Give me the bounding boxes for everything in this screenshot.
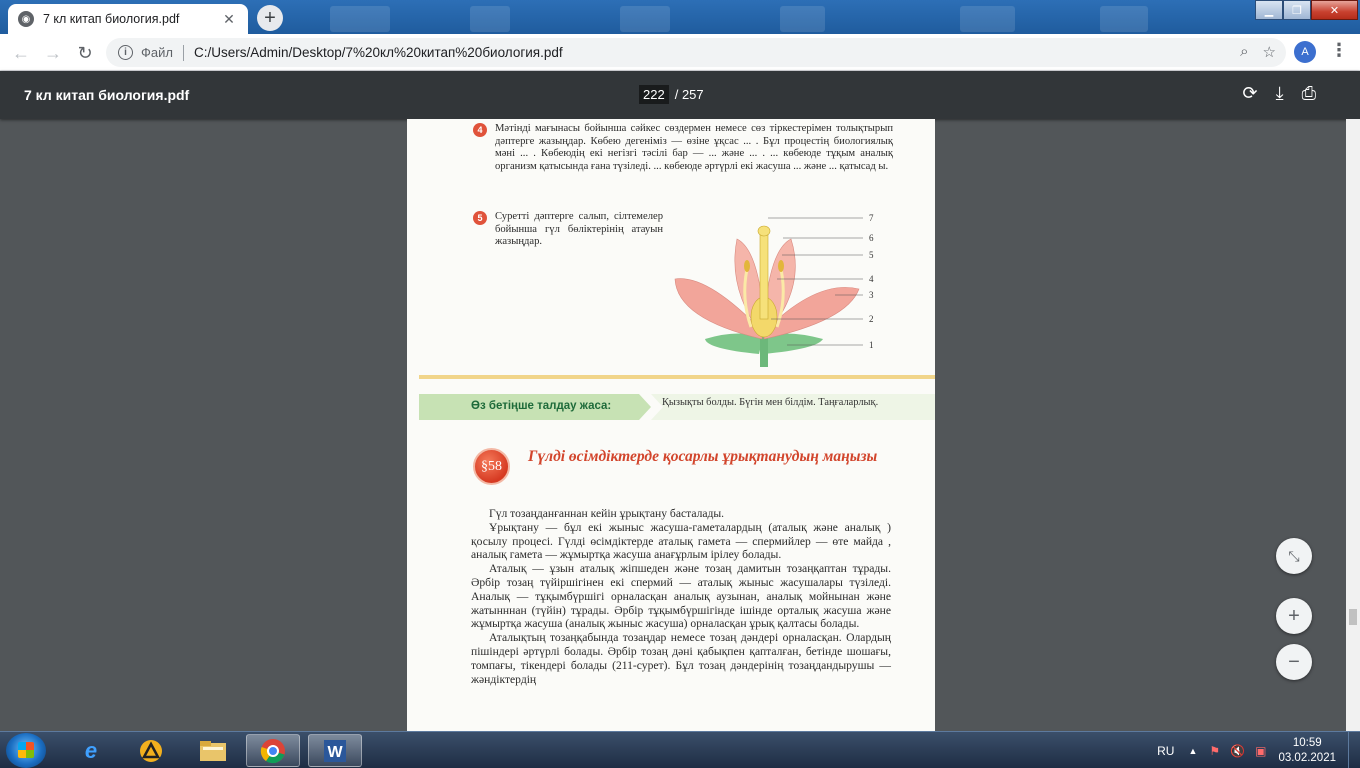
figure-label-4: 4 — [869, 274, 874, 284]
maximize-button[interactable]: ❐ — [1283, 0, 1311, 20]
globe-icon: ◉ — [18, 11, 34, 27]
total-pages: 257 — [681, 87, 704, 102]
flower-diagram: 7 6 5 4 3 2 1 — [674, 213, 874, 367]
system-tray: RU ▲ ⚑ 🔇 ▣ 10:59 03.02.2021 — [1157, 732, 1360, 768]
action-center-icon[interactable]: ▣ — [1255, 744, 1266, 758]
tab-strip: ◉ 7 кл китап биология.pdf ✕ + ▁ ❐ ✕ — [0, 0, 1360, 34]
zoom-in-button[interactable]: + — [1276, 598, 1312, 634]
clock[interactable]: 10:59 03.02.2021 — [1278, 736, 1336, 766]
chrome-icon[interactable] — [246, 734, 300, 767]
paragraph: Аталықтың тозаңқабында тозаңдар немесе т… — [471, 631, 891, 686]
address-bar[interactable]: i Файл C:/Users/Admin/Desktop/7%20кл%20к… — [106, 38, 1286, 67]
divider-line — [419, 375, 935, 379]
print-icon[interactable]: ⎙ — [1302, 83, 1316, 104]
tray-expand-icon[interactable]: ▲ — [1188, 746, 1197, 756]
figure-label-7: 7 — [869, 213, 874, 223]
section-badge: §58 — [473, 448, 510, 485]
divider — [182, 44, 184, 61]
scrollbar-thumb[interactable] — [1349, 609, 1357, 625]
question-number-5: 5 — [473, 211, 487, 225]
daemon-tools-icon[interactable] — [124, 734, 178, 767]
taskbar: e W RU ▲ ⚑ 🔇 ▣ 10:59 03.02.2021 — [0, 731, 1360, 768]
pdf-actions: ⟳ ⤓ ⎙ — [1243, 83, 1316, 104]
paragraph: Гүл тозаңданғаннан кейін ұрықтану бастал… — [489, 507, 725, 520]
background-ghost — [960, 6, 1015, 32]
omnibox-actions: ⌕ ☆ — [1240, 43, 1276, 61]
close-window-button[interactable]: ✕ — [1311, 0, 1358, 20]
network-error-icon[interactable]: ⚑ — [1209, 744, 1220, 758]
start-button[interactable] — [6, 733, 46, 768]
minimize-button[interactable]: ▁ — [1255, 0, 1283, 20]
new-tab-button[interactable]: + — [257, 5, 283, 31]
scheme-label: Файл — [141, 45, 173, 60]
background-ghost — [780, 6, 825, 32]
question-5-text: Суретті дәптерге салып, сілтемелер бойын… — [495, 211, 663, 248]
file-explorer-icon[interactable] — [186, 734, 240, 767]
paragraph: Аталық — ұзын аталық жіпшеден және тозаң… — [471, 562, 891, 631]
section-heading: Гүлді өсімдіктерде қосарлы ұрықтанудың м… — [528, 448, 878, 465]
body-text: Гүл тозаңданғаннан кейін ұрықтану бастал… — [471, 507, 891, 686]
profile-avatar[interactable]: A — [1294, 41, 1316, 63]
band-label: Өз бетіңше талдау жаса: — [471, 400, 612, 412]
clock-date: 03.02.2021 — [1278, 751, 1336, 764]
clock-time: 10:59 — [1292, 736, 1322, 749]
zoom-icon[interactable]: ⌕ — [1240, 43, 1248, 61]
self-analysis-band: Өз бетіңше талдау жаса: Қызықты болды. Б… — [419, 394, 935, 420]
fit-page-button[interactable]: ⤡ — [1276, 538, 1312, 574]
show-desktop-button[interactable] — [1348, 732, 1360, 768]
pdf-title: 7 кл китап биология.pdf — [24, 87, 190, 103]
language-indicator[interactable]: RU — [1157, 744, 1174, 758]
close-tab-icon[interactable]: ✕ — [220, 11, 238, 28]
windows-logo-icon — [18, 742, 34, 758]
browser-toolbar: ← → ↻ i Файл C:/Users/Admin/Desktop/7%20… — [0, 34, 1360, 71]
question-number-4: 4 — [473, 123, 487, 137]
pdf-toolbar: 7 кл китап биология.pdf 222 / 257 ⟳ ⤓ ⎙ — [0, 71, 1360, 119]
figure-label-5: 5 — [869, 250, 874, 260]
forward-button[interactable]: → — [40, 40, 66, 66]
info-icon[interactable]: i — [118, 45, 133, 60]
menu-icon[interactable]: ⋮ — [1330, 40, 1348, 61]
page-number-input[interactable]: 222 — [639, 85, 669, 104]
window-controls: ▁ ❐ ✕ — [1255, 0, 1358, 20]
figure-label-2: 2 — [869, 314, 874, 324]
figure-label-3: 3 — [869, 290, 874, 300]
bookmark-star-icon[interactable]: ☆ — [1263, 43, 1276, 61]
rotate-icon[interactable]: ⟳ — [1243, 83, 1258, 104]
reload-button[interactable]: ↻ — [72, 40, 98, 66]
band-text: Қызықты болды. Бүгін мен білдім. Таңғала… — [662, 397, 879, 408]
tab-title: 7 кл китап биология.pdf — [43, 12, 180, 26]
svg-text:W: W — [327, 744, 343, 761]
zoom-out-button[interactable]: − — [1276, 644, 1312, 680]
back-button[interactable]: ← — [8, 40, 34, 66]
page-separator: / — [674, 87, 679, 102]
background-ghost — [1100, 6, 1148, 32]
background-ghost — [620, 6, 670, 32]
volume-muted-icon[interactable]: 🔇 — [1230, 744, 1245, 758]
pdf-page: 4 Мәтінді мағынасы бойынша сәйкес сөздер… — [407, 119, 935, 731]
url-text[interactable]: C:/Users/Admin/Desktop/7%20кл%20китап%20… — [194, 45, 563, 60]
paragraph: Ұрықтану — бұл екі жыныс жасуша-гаметала… — [471, 520, 891, 562]
figure-label-6: 6 — [869, 233, 874, 243]
background-ghost — [470, 6, 510, 32]
tab-pdf[interactable]: ◉ 7 кл китап биология.pdf ✕ — [8, 4, 248, 34]
scrollbar[interactable] — [1346, 119, 1360, 731]
word-icon[interactable]: W — [308, 734, 362, 767]
figure-label-1: 1 — [869, 340, 874, 350]
download-icon[interactable]: ⤓ — [1276, 83, 1284, 104]
internet-explorer-icon[interactable]: e — [64, 734, 118, 767]
background-ghost — [330, 6, 390, 32]
page-indicator: 222 / 257 — [639, 85, 704, 104]
question-4-text: Мәтінді мағынасы бойынша сәйкес сөздерме… — [495, 123, 893, 172]
